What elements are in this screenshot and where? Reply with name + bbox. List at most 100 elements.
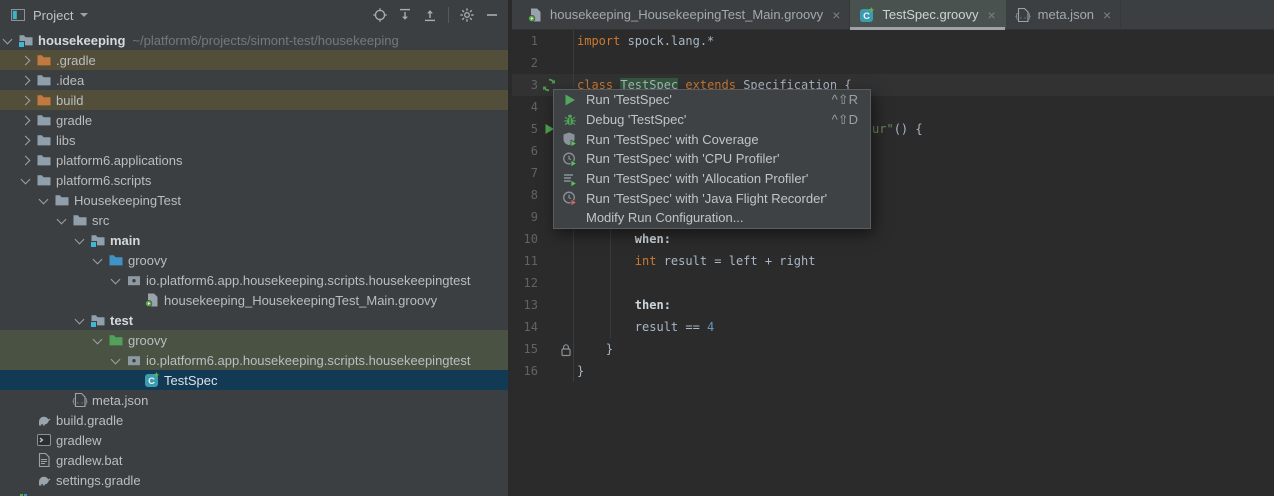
tree-row-libs[interactable]: libs — [0, 130, 508, 150]
tree-row-settings.gradle[interactable]: settings.gradle — [0, 470, 508, 490]
code-line-13[interactable]: 13 then: — [512, 294, 1274, 316]
tree-row-build.gradle[interactable]: build.gradle — [0, 410, 508, 430]
line-number[interactable]: 14 — [512, 320, 538, 334]
tree-row-.gradle[interactable]: .gradle — [0, 50, 508, 70]
close-tab-icon[interactable]: × — [987, 8, 995, 22]
editor-tab-TestSpec.groovy[interactable]: CTestSpec.groovy× — [850, 0, 1005, 29]
code-line-1[interactable]: 1import spock.lang.* — [512, 30, 1274, 52]
chevron-collapsed-icon[interactable] — [21, 116, 31, 126]
chevron-expanded-icon[interactable] — [111, 355, 121, 365]
tree-row-partial[interactable] — [0, 490, 508, 496]
collapse-all-button[interactable] — [420, 5, 440, 25]
line-number[interactable]: 3 — [512, 78, 538, 92]
line-number[interactable]: 7 — [512, 166, 538, 180]
hide-panel-button[interactable] — [482, 5, 502, 25]
tree-row-io.platform6.app.housekeeping.scripts.housekeepingtest[interactable]: io.platform6.app.housekeeping.scripts.ho… — [0, 350, 508, 370]
chevron-expanded-icon[interactable] — [93, 255, 103, 265]
code-line-15[interactable]: 15 } — [512, 338, 1274, 360]
editor-tab-meta.json[interactable]: {..}meta.json× — [1006, 0, 1122, 29]
tree-row-src[interactable]: src — [0, 210, 508, 230]
chevron-collapsed-icon[interactable] — [21, 76, 31, 86]
tree-row-build[interactable]: build — [0, 90, 508, 110]
code-line-16[interactable]: 16} — [512, 360, 1274, 382]
tree-row-housekeeping_HousekeepingTest_Main.groovy[interactable]: housekeeping_HousekeepingTest_Main.groov… — [0, 290, 508, 310]
tree-row-platform6.scripts[interactable]: platform6.scripts — [0, 170, 508, 190]
menu-item-debug-testspec[interactable]: Debug 'TestSpec'^⇧D — [554, 110, 870, 130]
menu-item-run-testspec-with-java-flight-recorder[interactable]: Run 'TestSpec' with 'Java Flight Recorde… — [554, 188, 870, 208]
panel-title[interactable]: Project — [33, 8, 73, 23]
chevron-expanded-icon[interactable] — [75, 315, 85, 325]
menu-item-run-testspec-with-coverage[interactable]: Run 'TestSpec' with Coverage — [554, 129, 870, 149]
code-line-10[interactable]: 10 when: — [512, 228, 1274, 250]
menu-item-run-testspec-with-allocation-profiler[interactable]: Run 'TestSpec' with 'Allocation Profiler… — [554, 169, 870, 189]
caret-down-icon[interactable] — [80, 13, 88, 17]
tree-row-groovy[interactable]: groovy — [0, 250, 508, 270]
chevron-expanded-icon[interactable] — [3, 35, 13, 45]
chevron-collapsed-icon[interactable] — [21, 96, 31, 106]
line-number[interactable]: 1 — [512, 34, 538, 48]
chevron-collapsed-icon[interactable] — [21, 136, 31, 146]
chevron-expanded-icon[interactable] — [75, 235, 85, 245]
locate-file-button[interactable] — [370, 5, 390, 25]
line-number[interactable]: 2 — [512, 56, 538, 70]
line-number[interactable]: 10 — [512, 232, 538, 246]
settings-button[interactable] — [457, 5, 477, 25]
tree-row-groovy[interactable]: groovy — [0, 330, 508, 350]
gutter[interactable]: 13 — [512, 294, 574, 316]
line-number[interactable]: 15 — [512, 342, 538, 356]
gutter[interactable]: 14 — [512, 316, 574, 338]
tree-row-housekeeping[interactable]: housekeeping~/platform6/projects/simont-… — [0, 30, 508, 50]
gradle-icon — [36, 412, 52, 428]
chevron-collapsed-icon[interactable] — [21, 56, 31, 66]
menu-item-label: Run 'TestSpec' with 'Allocation Profiler… — [586, 171, 808, 186]
svg-text:{..}: {..} — [1015, 12, 1031, 20]
tree-row-HousekeepingTest[interactable]: HousekeepingTest — [0, 190, 508, 210]
menu-item-run-testspec-with-cpu-profiler[interactable]: Run 'TestSpec' with 'CPU Profiler' — [554, 149, 870, 169]
line-number[interactable]: 12 — [512, 276, 538, 290]
gutter[interactable]: 12 — [512, 272, 574, 294]
close-tab-icon[interactable]: × — [1103, 8, 1111, 22]
tree-row-.idea[interactable]: .idea — [0, 70, 508, 90]
tree-row-test[interactable]: test — [0, 310, 508, 330]
line-number[interactable]: 9 — [512, 210, 538, 224]
tree-row-gradle[interactable]: gradle — [0, 110, 508, 130]
editor-tab-housekeeping_HousekeepingTest_Main.groovy[interactable]: housekeeping_HousekeepingTest_Main.groov… — [518, 0, 850, 29]
line-number[interactable]: 8 — [512, 188, 538, 202]
code-line-14[interactable]: 14 result == 4 — [512, 316, 1274, 338]
tree-row-io.platform6.app.housekeeping.scripts.housekeepingtest[interactable]: io.platform6.app.housekeeping.scripts.ho… — [0, 270, 508, 290]
chevron-expanded-icon[interactable] — [111, 275, 121, 285]
line-number[interactable]: 4 — [512, 100, 538, 114]
gutter[interactable]: 15 — [512, 338, 574, 360]
gutter[interactable]: 2 — [512, 52, 574, 74]
chevron-expanded-icon[interactable] — [57, 215, 67, 225]
gutter[interactable]: 11 — [512, 250, 574, 272]
tree-row-TestSpec[interactable]: CTestSpec — [0, 370, 508, 390]
chevron-expanded-icon[interactable] — [93, 335, 103, 345]
line-number[interactable]: 11 — [512, 254, 538, 268]
code-line-2[interactable]: 2 — [512, 52, 1274, 74]
line-number[interactable]: 5 — [512, 122, 538, 136]
close-tab-icon[interactable]: × — [832, 8, 840, 22]
chevron-expanded-icon[interactable] — [21, 175, 31, 185]
line-number[interactable]: 6 — [512, 144, 538, 158]
expand-all-button[interactable] — [395, 5, 415, 25]
gutter-spacer — [558, 34, 572, 49]
code-line-12[interactable]: 12 — [512, 272, 1274, 294]
tree-row-meta.json[interactable]: {..}meta.json — [0, 390, 508, 410]
chevron-expanded-icon[interactable] — [39, 195, 49, 205]
line-number[interactable]: 13 — [512, 298, 538, 312]
gutter[interactable]: 16 — [512, 360, 574, 382]
gutter-spacer — [558, 298, 572, 313]
menu-item-run-testspec[interactable]: Run 'TestSpec'^⇧R — [554, 90, 870, 110]
tree-row-platform6.applications[interactable]: platform6.applications — [0, 150, 508, 170]
tree-row-main[interactable]: main — [0, 230, 508, 250]
tree-row-gradlew.bat[interactable]: gradlew.bat — [0, 450, 508, 470]
chevron-collapsed-icon[interactable] — [21, 156, 31, 166]
gutter[interactable]: 10 — [512, 228, 574, 250]
gutter[interactable]: 1 — [512, 30, 574, 52]
line-number[interactable]: 16 — [512, 364, 538, 378]
tree-row-gradlew[interactable]: gradlew — [0, 430, 508, 450]
tree-item-label: meta.json — [92, 393, 148, 408]
menu-item-modify-run-configuration[interactable]: Modify Run Configuration... — [554, 208, 870, 228]
code-line-11[interactable]: 11 int result = left + right — [512, 250, 1274, 272]
